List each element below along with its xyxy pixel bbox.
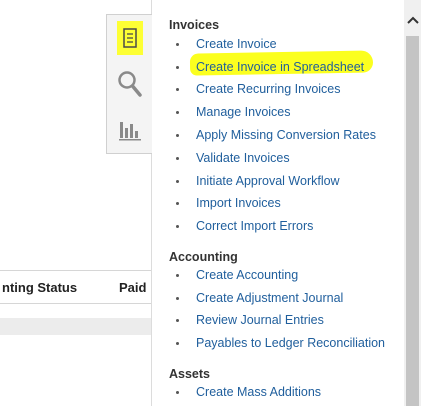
column-header-paid[interactable]: Paid [119,280,146,295]
scrollbar-thumb[interactable] [406,36,419,406]
bullet [176,110,179,114]
task-create-recurring-invoices[interactable]: Create Recurring Invoices [176,82,341,96]
bullet [176,318,179,322]
bullet [176,156,179,160]
task-apply-missing-conversion-rates[interactable]: Apply Missing Conversion Rates [176,128,376,142]
task-create-adjustment-journal[interactable]: Create Adjustment Journal [176,291,343,305]
bullet [176,133,179,137]
task-manage-invoices[interactable]: Manage Invoices [176,105,291,119]
tasks-tab-button[interactable] [107,15,153,61]
task-payables-to-ledger-reconciliation[interactable]: Payables to Ledger Reconciliation [176,336,385,350]
bullet [176,296,179,300]
task-import-invoices[interactable]: Import Invoices [176,196,281,210]
task-correct-import-errors[interactable]: Correct Import Errors [176,219,313,233]
bullet [176,65,179,69]
table-empty-row [0,318,152,335]
table-header-row: nting Status Paid [0,270,152,304]
column-header-accounting-status[interactable]: nting Status [2,280,77,295]
search-icon [118,71,142,97]
task-validate-invoices[interactable]: Validate Invoices [176,151,290,165]
reports-tab-button[interactable] [107,107,153,153]
tasks-icon [123,28,137,48]
bullet [176,201,179,205]
section-title-assets: Assets [169,367,210,381]
panel-scrollbar[interactable] [404,0,421,406]
tasks-panel: Invoices Create Invoice Create Invoice i… [152,0,404,406]
bullet [176,87,179,91]
task-create-invoice[interactable]: Create Invoice [176,37,277,51]
bullet [176,224,179,228]
bullet [176,179,179,183]
bullet [176,390,179,394]
section-title-invoices: Invoices [169,18,220,32]
reports-icon [119,122,141,141]
bullet [176,273,179,277]
tasks-highlight [117,21,143,55]
task-create-invoice-in-spreadsheet[interactable]: Create Invoice in Spreadsheet [176,60,364,74]
task-initiate-approval-workflow[interactable]: Initiate Approval Workflow [176,174,340,188]
panel-tab-strip [106,14,153,154]
task-review-journal-entries[interactable]: Review Journal Entries [176,313,324,327]
bullet [176,42,179,46]
bullet [176,341,179,345]
task-create-mass-additions[interactable]: Create Mass Additions [176,385,321,399]
task-create-accounting[interactable]: Create Accounting [176,268,298,282]
search-tab-button[interactable] [107,61,153,107]
section-title-accounting: Accounting [169,250,238,264]
chevron-up-icon [406,16,419,24]
scroll-up-button[interactable] [404,10,421,30]
